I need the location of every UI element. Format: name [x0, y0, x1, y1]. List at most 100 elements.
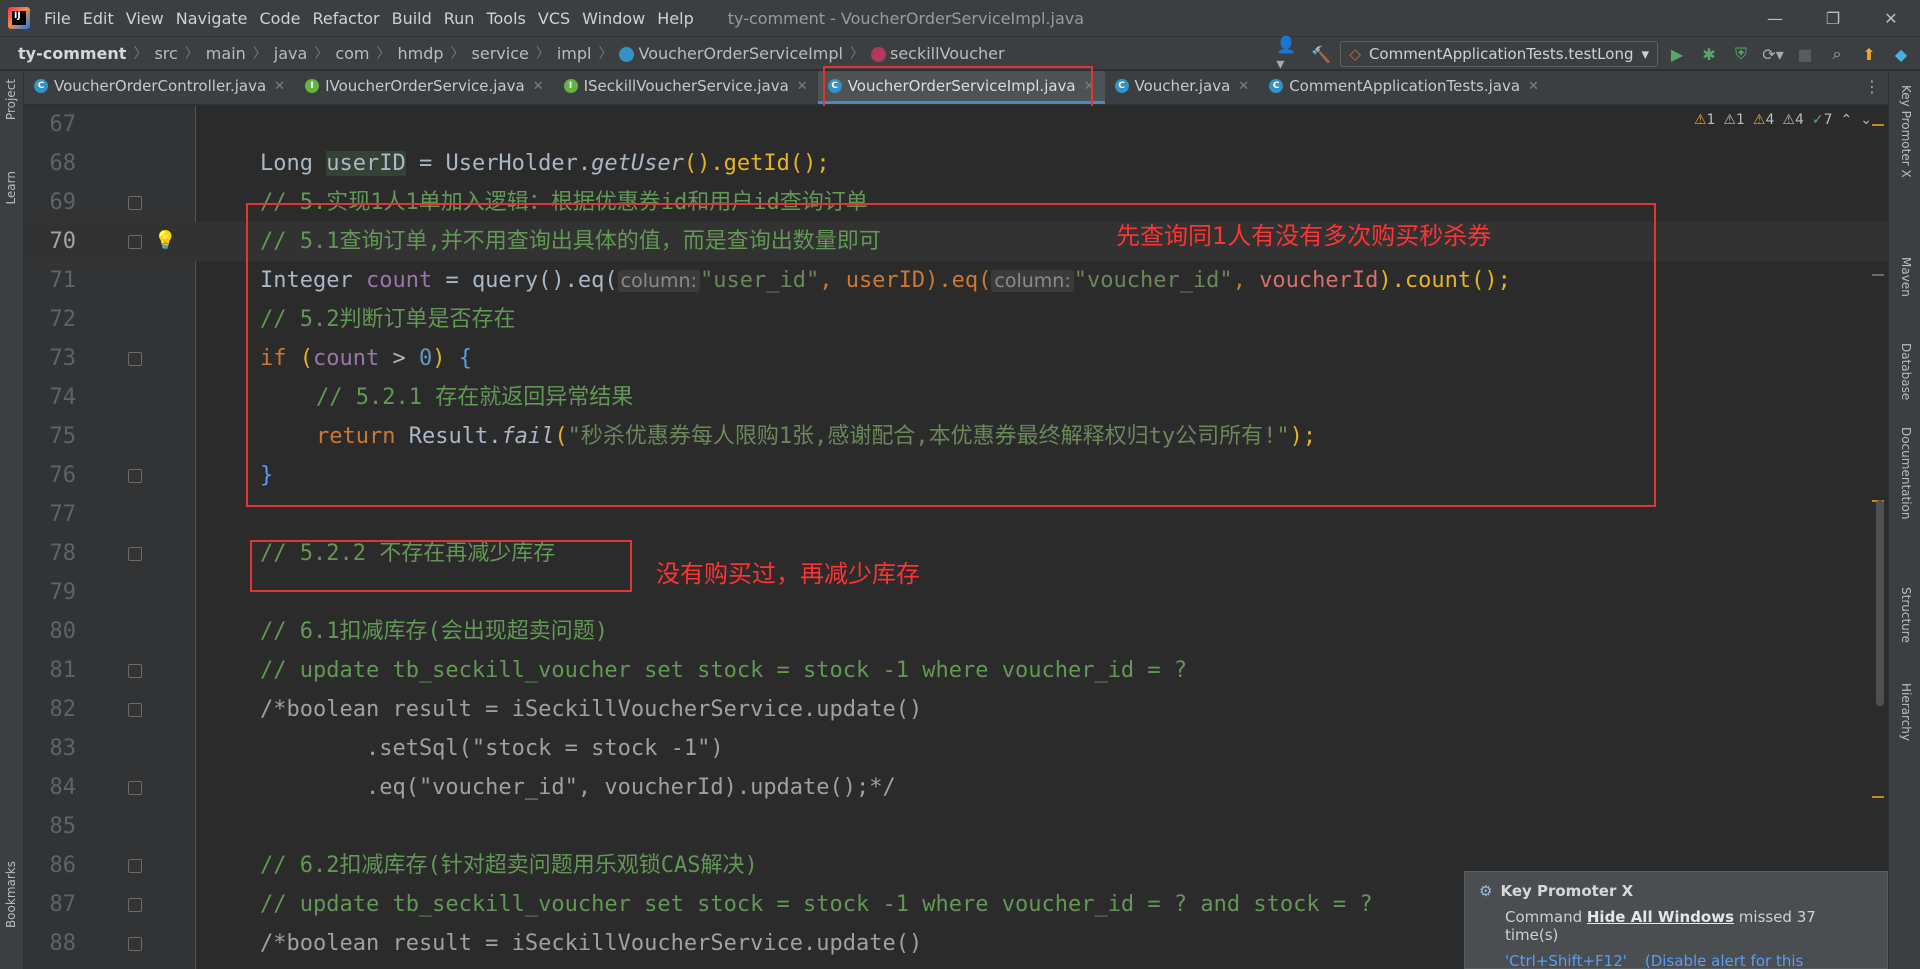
- code-line-85: 85: [49, 814, 77, 839]
- menu-edit[interactable]: Edit: [77, 9, 120, 28]
- menu-help[interactable]: Help: [651, 9, 699, 28]
- tab-ivoucher-order-service[interactable]: I IVoucherOrderService.java ✕: [295, 71, 554, 104]
- fold-icon[interactable]: [128, 235, 142, 249]
- menu-code[interactable]: Code: [254, 9, 307, 28]
- warning-marker[interactable]: [1872, 124, 1884, 126]
- menu-window[interactable]: Window: [576, 9, 651, 28]
- breadcrumb-main[interactable]: main: [202, 44, 250, 63]
- database-tool-button[interactable]: Database: [1899, 343, 1913, 400]
- fold-icon[interactable]: [128, 664, 142, 678]
- notification-body: Command Hide All Windows missed 37 time(…: [1505, 908, 1816, 944]
- breadcrumb-service[interactable]: service: [468, 44, 533, 63]
- maven-tool-button[interactable]: Maven: [1899, 257, 1913, 297]
- close-icon[interactable]: ✕: [1528, 79, 1539, 94]
- class-icon: [619, 46, 635, 62]
- breadcrumb-src[interactable]: src: [150, 44, 181, 63]
- editor-scrollbar[interactable]: [1870, 106, 1888, 969]
- structure-tool-button[interactable]: Structure: [1899, 587, 1913, 643]
- debug-icon[interactable]: ✱: [1696, 41, 1722, 67]
- run-icon[interactable]: ▶: [1664, 41, 1690, 67]
- tab-voucher-order-controller[interactable]: C VoucherOrderController.java ✕: [24, 71, 295, 104]
- key-promoter-x-tool-button[interactable]: Key Promoter X: [1899, 85, 1913, 178]
- update-icon[interactable]: ⬆: [1856, 41, 1882, 67]
- restore-button[interactable]: ❐: [1804, 0, 1862, 36]
- chevron-right-icon: 〉: [598, 46, 613, 62]
- left-tool-strip: Project Learn Bookmarks: [0, 71, 24, 969]
- scrollbar-thumb[interactable]: [1876, 500, 1884, 706]
- close-icon[interactable]: ✕: [533, 79, 544, 94]
- chevron-right-icon: 〉: [314, 46, 329, 62]
- breadcrumb-impl[interactable]: impl: [553, 44, 596, 63]
- coverage-icon[interactable]: ⛨: [1728, 41, 1754, 67]
- learn-tool-button[interactable]: Learn: [4, 171, 18, 205]
- class-icon: C: [1269, 79, 1284, 93]
- fold-icon[interactable]: [128, 547, 142, 561]
- documentation-tool-button[interactable]: Documentation: [1899, 427, 1913, 520]
- code-editor[interactable]: ⚠1 ⚠1 ⚠4 ⚠4 ✓7 ⌃ ⌄ 67 68 Long userID = U…: [24, 106, 1888, 969]
- close-window-button[interactable]: ✕: [1862, 0, 1920, 36]
- fold-icon[interactable]: [128, 196, 142, 210]
- shortcut-link[interactable]: 'Ctrl+Shift+F12': [1505, 952, 1627, 969]
- hierarchy-tool-button[interactable]: Hierarchy: [1899, 683, 1913, 741]
- chevron-right-icon: 〉: [450, 46, 465, 62]
- fold-icon[interactable]: [128, 859, 142, 873]
- fold-icon[interactable]: [128, 898, 142, 912]
- breadcrumb-java[interactable]: java: [270, 44, 312, 63]
- breadcrumb-com[interactable]: com: [331, 44, 373, 63]
- menu-run[interactable]: Run: [438, 9, 481, 28]
- breadcrumb-hmdp[interactable]: hmdp: [393, 44, 447, 63]
- menu-view[interactable]: View: [120, 9, 170, 28]
- code-line-67: 67: [49, 112, 77, 137]
- tab-voucher[interactable]: C Voucher.java ✕: [1105, 71, 1260, 104]
- breadcrumb-project[interactable]: ty-comment: [14, 44, 130, 63]
- fold-icon[interactable]: [128, 937, 142, 951]
- stop-icon[interactable]: ■: [1792, 41, 1818, 67]
- menu-build[interactable]: Build: [386, 9, 438, 28]
- build-hammer-icon[interactable]: 🔨: [1308, 41, 1334, 67]
- breadcrumb-method[interactable]: seckillVoucher: [867, 44, 1009, 63]
- annotation-box-reduce-stock: [250, 540, 632, 592]
- fold-icon[interactable]: [128, 352, 142, 366]
- menu-navigate[interactable]: Navigate: [170, 9, 254, 28]
- window-title: ty-comment - VoucherOrderServiceImpl.jav…: [727, 8, 1085, 28]
- menu-refactor[interactable]: Refactor: [306, 9, 385, 28]
- warning-marker[interactable]: [1872, 796, 1884, 798]
- chevron-right-icon: 〉: [849, 46, 864, 62]
- code-line-82: 82 /*boolean result = iSeckillVoucherSer…: [49, 697, 923, 722]
- right-tool-strip: Key Promoter X Maven Database Documentat…: [1888, 71, 1920, 969]
- tab-iseckill-voucher-service[interactable]: I ISeckillVoucherService.java ✕: [554, 71, 818, 104]
- breadcrumb-class[interactable]: VoucherOrderServiceImpl: [615, 44, 847, 63]
- marker[interactable]: [1872, 274, 1884, 276]
- class-icon: C: [1114, 79, 1129, 93]
- profile-icon[interactable]: ⟳▾: [1760, 41, 1786, 67]
- search-icon[interactable]: ⌕: [1824, 41, 1850, 67]
- project-tool-button[interactable]: Project: [4, 79, 18, 120]
- bookmarks-tool-button[interactable]: Bookmarks: [4, 861, 18, 928]
- key-promoter-icon: ⚙: [1479, 882, 1493, 900]
- notification-title: Key Promoter X: [1500, 882, 1634, 900]
- menu-bar: IJ File Edit View Navigate Code Refactor…: [0, 0, 1920, 36]
- chevron-down-icon: ▾: [1641, 45, 1649, 63]
- main-toolbar: 👤▾ 🔨 ◇ CommentApplicationTests.testLong …: [1276, 35, 1920, 73]
- code-line-84: 84 .eq("voucher_id", voucherId).update()…: [49, 775, 896, 800]
- lightbulb-icon[interactable]: 💡: [154, 230, 176, 251]
- menu-file[interactable]: File: [38, 9, 77, 28]
- fold-icon[interactable]: [128, 703, 142, 717]
- fold-icon[interactable]: [128, 469, 142, 483]
- menu-tools[interactable]: Tools: [480, 9, 531, 28]
- intellij-logo-icon[interactable]: IJ: [8, 7, 30, 29]
- key-promoter-notification: ⚙ Key Promoter X Command Hide All Window…: [1464, 871, 1888, 969]
- fold-icon[interactable]: [128, 781, 142, 795]
- close-icon[interactable]: ✕: [274, 79, 285, 94]
- user-icon[interactable]: 👤▾: [1276, 35, 1302, 73]
- disable-alert-link[interactable]: (Disable alert for this shortcut): [1645, 952, 1873, 969]
- run-configuration-select[interactable]: ◇ CommentApplicationTests.testLong ▾: [1340, 41, 1658, 67]
- tab-comment-application-tests[interactable]: C CommentApplicationTests.java ✕: [1259, 71, 1549, 104]
- close-icon[interactable]: ✕: [797, 79, 808, 94]
- close-icon[interactable]: ✕: [1238, 79, 1249, 94]
- code-line-81: 81 // update tb_seckill_voucher set stoc…: [49, 658, 1188, 683]
- more-vertical-icon[interactable]: ⋮: [1864, 77, 1880, 96]
- menu-vcs[interactable]: VCS: [532, 9, 576, 28]
- toolbox-icon[interactable]: ◆: [1888, 41, 1914, 67]
- minimize-button[interactable]: —: [1746, 0, 1804, 36]
